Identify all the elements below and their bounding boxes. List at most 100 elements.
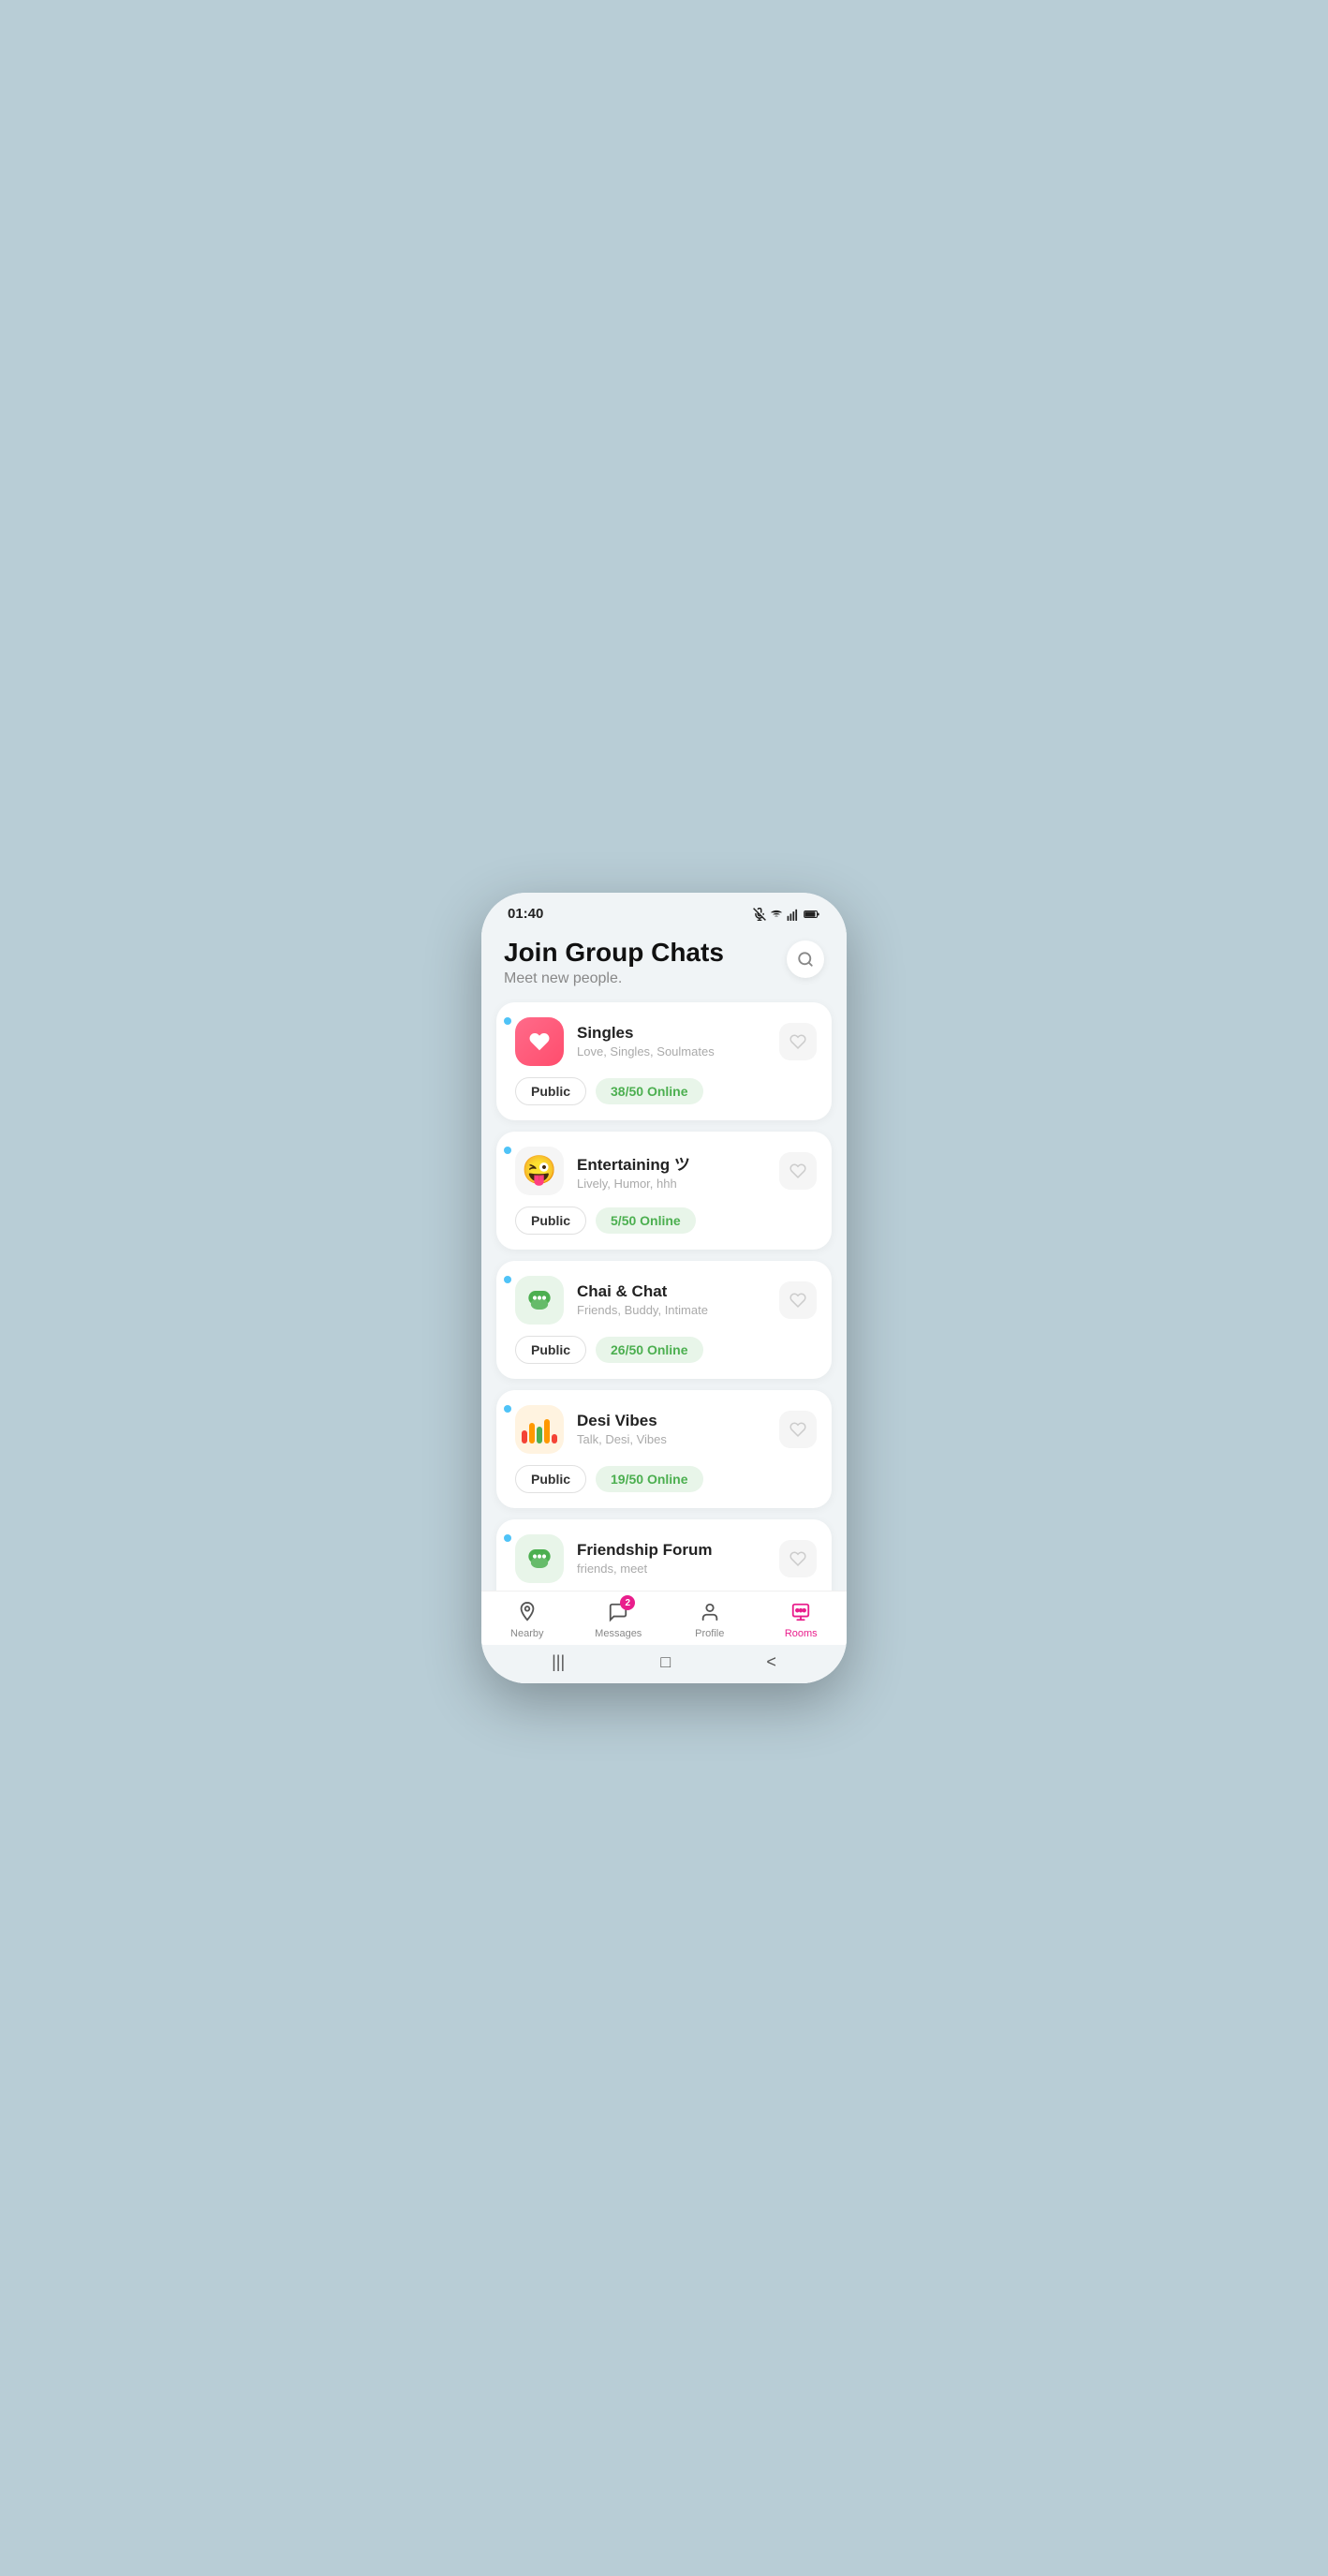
group-icon-singles — [515, 1017, 564, 1066]
profile-icon — [697, 1599, 723, 1625]
group-card-friendship-forum[interactable]: Friendship Forum friends, meet Public 23… — [496, 1519, 832, 1591]
group-card-entertaining[interactable]: 😜 Entertaining ツ Lively, Humor, hhh — [496, 1132, 832, 1250]
active-dot — [504, 1017, 511, 1025]
group-name: Singles — [577, 1024, 715, 1043]
card-left: Friendship Forum friends, meet — [515, 1534, 713, 1583]
nav-square-button[interactable]: □ — [660, 1652, 671, 1672]
favorite-button-singles[interactable] — [779, 1023, 817, 1060]
bottom-nav: Nearby 2 Messages Profile — [481, 1591, 847, 1645]
heart-outline-icon — [789, 1550, 806, 1567]
group-name: Entertaining ツ — [577, 1151, 690, 1175]
nav-profile[interactable]: Profile — [682, 1599, 738, 1639]
visibility-badge: Public — [515, 1077, 586, 1105]
header-titles: Join Group Chats Meet new people. — [504, 937, 724, 987]
bars-chart-icon — [522, 1415, 557, 1443]
group-name: Desi Vibes — [577, 1412, 667, 1430]
battery-icon — [804, 910, 820, 919]
chat-bubble-icon — [525, 1545, 553, 1573]
card-left: Chai & Chat Friends, Buddy, Intimate — [515, 1276, 708, 1325]
visibility-badge: Public — [515, 1465, 586, 1493]
group-card-desi-vibes[interactable]: Desi Vibes Talk, Desi, Vibes Public 19/5… — [496, 1390, 832, 1508]
group-tags: Lively, Humor, hhh — [577, 1177, 690, 1191]
nearby-icon — [514, 1599, 540, 1625]
group-icon-desi-vibes — [515, 1405, 564, 1454]
group-icon-friendship-forum — [515, 1534, 564, 1583]
group-card-singles[interactable]: Singles Love, Singles, Soulmates Public … — [496, 1002, 832, 1120]
card-top: Singles Love, Singles, Soulmates — [515, 1017, 817, 1066]
active-dot — [504, 1147, 511, 1154]
favorite-button-entertaining[interactable] — [779, 1152, 817, 1190]
heart-outline-icon — [789, 1162, 806, 1179]
wifi-icon — [770, 908, 783, 921]
card-left: Singles Love, Singles, Soulmates — [515, 1017, 715, 1066]
profile-label: Profile — [695, 1628, 724, 1639]
card-left: Desi Vibes Talk, Desi, Vibes — [515, 1405, 667, 1454]
card-bottom: Public 26/50 Online — [515, 1336, 817, 1364]
group-tags: Friends, Buddy, Intimate — [577, 1303, 708, 1317]
mute-icon — [753, 908, 766, 921]
visibility-badge: Public — [515, 1207, 586, 1235]
online-badge: 38/50 Online — [596, 1078, 702, 1104]
visibility-badge: Public — [515, 1336, 586, 1364]
phone-shell: 01:40 Join Group Chats Meet new people. — [481, 893, 847, 1683]
nav-back-button[interactable]: < — [766, 1652, 776, 1672]
page-title: Join Group Chats — [504, 937, 724, 969]
card-bottom: Public 5/50 Online — [515, 1207, 817, 1235]
messages-icon: 2 — [605, 1599, 631, 1625]
page-subtitle: Meet new people. — [504, 970, 724, 987]
card-top: Friendship Forum friends, meet — [515, 1534, 817, 1583]
heart-outline-icon — [789, 1292, 806, 1309]
card-top: 😜 Entertaining ツ Lively, Humor, hhh — [515, 1147, 817, 1195]
group-tags: Love, Singles, Soulmates — [577, 1044, 715, 1059]
group-info-desi-vibes: Desi Vibes Talk, Desi, Vibes — [577, 1412, 667, 1446]
nav-rooms[interactable]: Rooms — [773, 1599, 829, 1639]
rooms-label: Rooms — [785, 1628, 818, 1639]
heart-outline-icon — [789, 1033, 806, 1050]
search-button[interactable] — [787, 940, 824, 978]
active-dot — [504, 1534, 511, 1542]
group-info-entertaining: Entertaining ツ Lively, Humor, hhh — [577, 1151, 690, 1191]
card-top: Chai & Chat Friends, Buddy, Intimate — [515, 1276, 817, 1325]
group-icon-entertaining: 😜 — [515, 1147, 564, 1195]
group-tags: Talk, Desi, Vibes — [577, 1432, 667, 1446]
signal-icon — [787, 908, 800, 921]
status-icons — [753, 908, 820, 921]
group-info-singles: Singles Love, Singles, Soulmates — [577, 1024, 715, 1059]
header: Join Group Chats Meet new people. — [481, 927, 847, 999]
group-info-friendship-forum: Friendship Forum friends, meet — [577, 1541, 713, 1576]
heart-outline-icon — [789, 1421, 806, 1438]
online-badge: 5/50 Online — [596, 1207, 696, 1234]
group-info-chai-chat: Chai & Chat Friends, Buddy, Intimate — [577, 1282, 708, 1317]
home-indicator: ||| □ < — [481, 1645, 847, 1683]
nav-nearby[interactable]: Nearby — [499, 1599, 555, 1639]
group-card-chai-chat[interactable]: Chai & Chat Friends, Buddy, Intimate Pub… — [496, 1261, 832, 1379]
group-name: Chai & Chat — [577, 1282, 708, 1301]
card-bottom: Public 19/50 Online — [515, 1465, 817, 1493]
screen-content: Join Group Chats Meet new people. — [481, 927, 847, 1683]
card-left: 😜 Entertaining ツ Lively, Humor, hhh — [515, 1147, 690, 1195]
chat-bubble-icon — [525, 1286, 553, 1314]
card-top: Desi Vibes Talk, Desi, Vibes — [515, 1405, 817, 1454]
online-badge: 26/50 Online — [596, 1337, 702, 1363]
active-dot — [504, 1405, 511, 1413]
heart-icon — [527, 1030, 552, 1053]
favorite-button-friendship-forum[interactable] — [779, 1540, 817, 1577]
favorite-button-desi-vibes[interactable] — [779, 1411, 817, 1448]
messages-badge: 2 — [620, 1595, 635, 1610]
status-time: 01:40 — [508, 906, 543, 922]
favorite-button-chai-chat[interactable] — [779, 1281, 817, 1319]
group-name: Friendship Forum — [577, 1541, 713, 1560]
card-bottom: Public 38/50 Online — [515, 1077, 817, 1105]
nav-lines-button[interactable]: ||| — [552, 1652, 565, 1672]
search-icon — [797, 951, 814, 968]
nav-messages[interactable]: 2 Messages — [590, 1599, 646, 1639]
messages-label: Messages — [595, 1628, 642, 1639]
groups-list: Singles Love, Singles, Soulmates Public … — [481, 999, 847, 1591]
group-tags: friends, meet — [577, 1562, 713, 1576]
online-badge: 19/50 Online — [596, 1466, 702, 1492]
notch — [608, 893, 720, 919]
nearby-label: Nearby — [510, 1628, 543, 1639]
group-icon-chai-chat — [515, 1276, 564, 1325]
active-dot — [504, 1276, 511, 1283]
rooms-icon — [788, 1599, 814, 1625]
